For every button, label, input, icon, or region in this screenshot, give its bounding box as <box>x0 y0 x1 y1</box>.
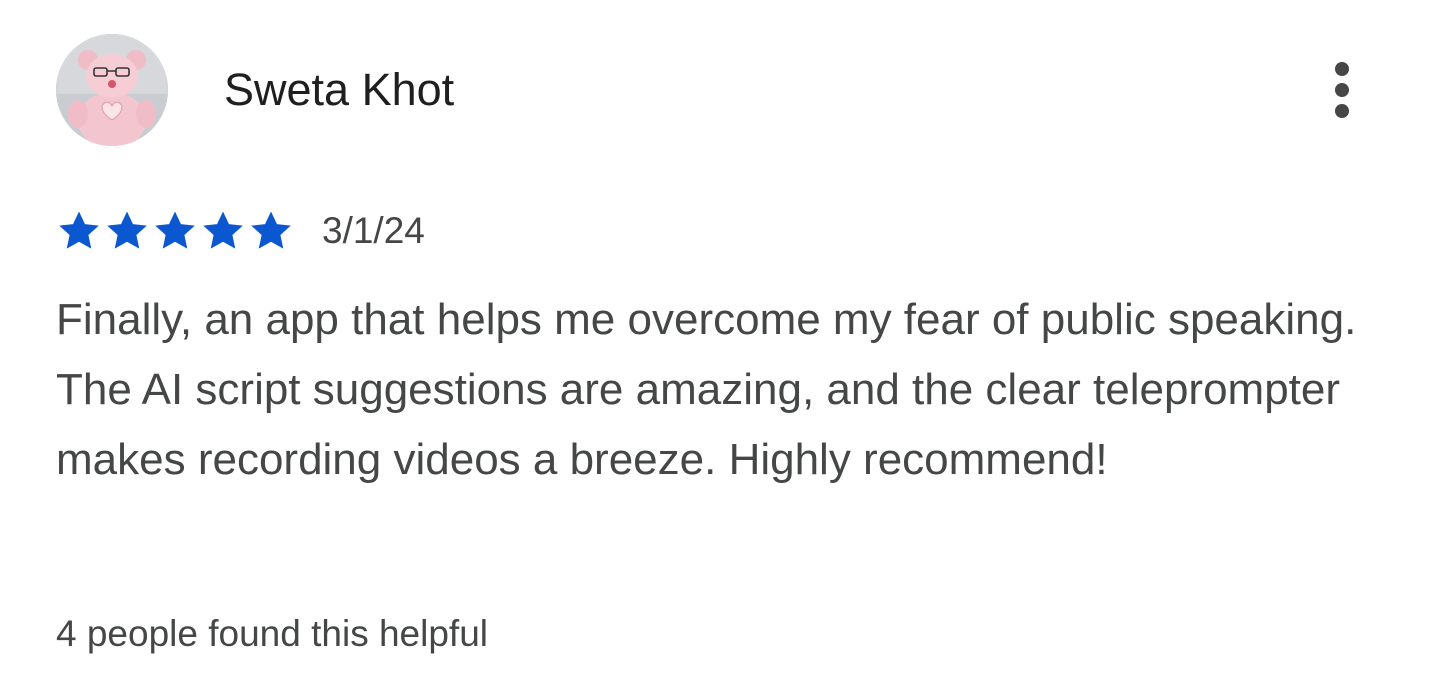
more-options-button[interactable] <box>1316 56 1368 124</box>
reviewer-name: Sweta Khot <box>224 64 455 115</box>
star-icon <box>251 211 291 249</box>
more-vert-icon-dot <box>1335 104 1349 118</box>
teddy-bear-avatar-image <box>56 34 168 146</box>
more-vert-icon-dot <box>1335 83 1349 97</box>
star-rating <box>56 208 294 254</box>
star-icon <box>107 211 147 249</box>
star-icon <box>59 211 99 249</box>
star-icon <box>155 211 195 249</box>
rating-row: 3/1/24 <box>56 206 425 256</box>
reviewer-avatar[interactable] <box>56 34 168 146</box>
helpful-count: 4 people found this helpful <box>56 613 489 654</box>
review-date: 3/1/24 <box>322 210 425 251</box>
star-icon <box>203 211 243 249</box>
review-card: Sweta Khot 3/1/24 Finally, an app that h… <box>0 0 1440 694</box>
review-text: Finally, an app that helps me overcome m… <box>56 295 1357 484</box>
more-vert-icon-dot <box>1335 62 1349 76</box>
